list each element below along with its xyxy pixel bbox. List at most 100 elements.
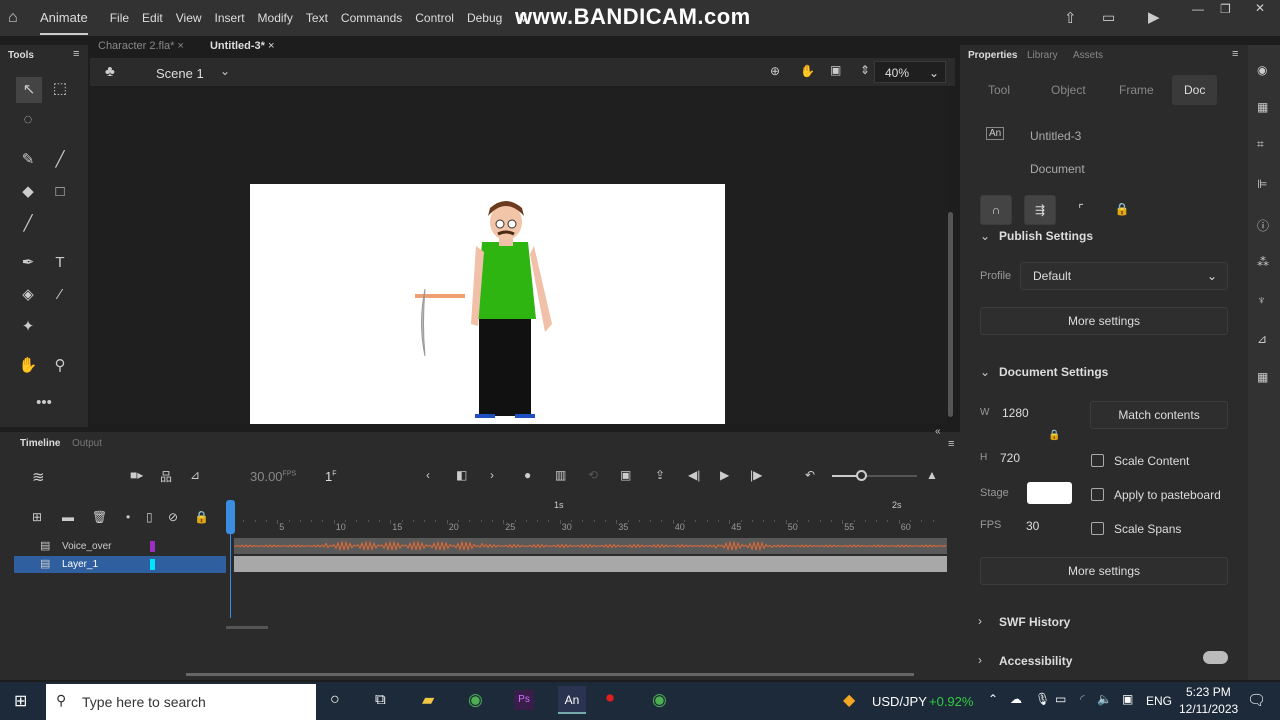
tab-assets[interactable]: Assets — [1073, 50, 1103, 61]
edit-symbols-icon[interactable]: ♣ — [105, 63, 115, 80]
lock-icon[interactable]: 🔒 — [1106, 195, 1138, 225]
timeline-horizontal-scrollbar[interactable] — [186, 673, 914, 676]
show-hidden-icons[interactable]: ⌃ — [988, 692, 998, 706]
playhead[interactable] — [226, 500, 235, 534]
menu-file[interactable]: File — [110, 11, 129, 25]
step-back-icon[interactable]: ◀| — [688, 468, 700, 482]
height-value[interactable]: 720 — [1000, 451, 1020, 465]
clip-icon[interactable]: ▣ — [830, 63, 841, 77]
match-contents-button[interactable]: Match contents — [1090, 401, 1228, 429]
character-artwork[interactable] — [250, 184, 725, 424]
chevron-down-icon[interactable]: ⌄ — [980, 229, 990, 243]
delete-icon[interactable]: 🗑 — [92, 510, 107, 524]
eraser-tool-icon[interactable]: ◆ — [18, 182, 38, 202]
microphone-icon[interactable]: 🎙 — [1035, 692, 1050, 706]
snap-icon[interactable]: ∩ — [980, 195, 1012, 225]
stage-color-swatch[interactable] — [1027, 482, 1072, 504]
wifi-icon[interactable]: ◜ — [1080, 692, 1085, 706]
fps-value[interactable]: 30.00FPS — [250, 469, 296, 484]
profile-select[interactable]: Default ⌄ — [1020, 262, 1228, 290]
center-stage-icon[interactable]: ⊕ — [770, 64, 780, 78]
menu-insert[interactable]: Insert — [215, 11, 245, 25]
panel-menu-icon[interactable]: ≡ — [73, 48, 79, 60]
zoom-tool-icon[interactable]: ⚲ — [50, 356, 70, 376]
zoom-mountain-icon[interactable]: ▲ — [926, 468, 938, 482]
notifications-icon[interactable]: 🗨 — [1247, 691, 1266, 709]
paint-brush-icon[interactable]: ✎ — [18, 150, 38, 170]
menu-commands[interactable]: Commands — [341, 11, 402, 25]
publish-more-settings-button[interactable]: More settings — [980, 307, 1228, 335]
properties-icon[interactable]: ◉ — [1257, 63, 1267, 77]
undo-icon[interactable]: ↶ — [805, 468, 815, 482]
info-icon[interactable]: ⓘ — [1257, 217, 1269, 234]
cortana-icon[interactable]: ○ — [330, 691, 340, 709]
clock-time[interactable]: 5:23 PM — [1186, 685, 1231, 699]
highlight-icon[interactable]: • — [126, 510, 130, 524]
frame-size-slider[interactable] — [832, 470, 917, 481]
onedrive-icon[interactable]: ☁ — [1010, 692, 1022, 706]
layers-horizontal-scrollbar[interactable] — [226, 626, 268, 629]
selection-tool-icon[interactable]: ↖ — [16, 77, 42, 103]
prev-keyframe-icon[interactable]: ‹ — [426, 468, 430, 482]
tab-properties[interactable]: Properties — [968, 50, 1017, 61]
panel-menu-icon[interactable]: ≡ — [1232, 48, 1238, 60]
document-more-settings-button[interactable]: More settings — [980, 557, 1228, 585]
guides-icon[interactable]: ⇶ — [1024, 195, 1056, 225]
language-indicator[interactable]: ENG — [1146, 694, 1172, 708]
parenting-icon[interactable]: 品 — [160, 468, 172, 485]
scale-content-checkbox[interactable] — [1091, 454, 1104, 467]
free-transform-tool-icon[interactable]: ⬚ — [50, 79, 70, 99]
zoom-stepper-icon[interactable]: ⇕ — [860, 63, 870, 77]
publish-settings-title[interactable]: Publish Settings — [999, 229, 1093, 243]
layers-icon[interactable]: ≋ — [32, 468, 45, 486]
rectangle-tool-icon[interactable]: □ — [50, 182, 70, 202]
slider-handle[interactable] — [856, 470, 867, 481]
swf-history-title[interactable]: SWF History — [999, 615, 1070, 629]
document-settings-title[interactable]: Document Settings — [999, 365, 1108, 379]
line-tool-icon[interactable]: ╱ — [18, 214, 38, 234]
close-icon[interactable]: × — [178, 40, 184, 52]
link-proportions-icon[interactable]: 🔒 — [1048, 430, 1060, 441]
stage-vertical-scrollbar[interactable] — [948, 212, 953, 417]
file-explorer-icon[interactable]: ▰ — [422, 690, 434, 710]
tab-library[interactable]: Library — [1027, 50, 1058, 61]
swatches-icon[interactable]: ▦ — [1257, 370, 1268, 384]
tab-untitled-3[interactable]: Untitled-3* × — [202, 40, 283, 52]
rotate-stage-icon[interactable]: ✋ — [800, 64, 815, 78]
camera-icon[interactable]: ■▸ — [130, 468, 143, 482]
menu-debug[interactable]: Debug — [467, 11, 502, 25]
layer-name[interactable]: Layer_1 — [62, 559, 98, 570]
layer-color[interactable] — [150, 541, 155, 552]
layer-row-layer-1[interactable]: ▤ Layer_1 — [14, 556, 226, 573]
battery-icon[interactable]: ▭ — [1055, 692, 1066, 706]
more-tools-icon[interactable]: ••• — [34, 393, 54, 413]
animate-taskbar-icon[interactable]: An — [558, 686, 586, 714]
bandicam-icon[interactable]: ⏺ — [606, 690, 614, 708]
home-icon[interactable]: ⌂ — [8, 9, 18, 27]
time-ruler[interactable]: 1s 2s 5 10 15 20 25 30 35 40 45 50 55 60 — [232, 500, 946, 538]
meet-now-icon[interactable]: ▣ — [1122, 692, 1133, 706]
align-icon[interactable]: ⊫ — [1257, 177, 1267, 191]
graph-icon[interactable]: ⊿ — [190, 468, 200, 482]
clock-date[interactable]: 12/11/2023 — [1179, 702, 1238, 716]
layer-name[interactable]: Voice_over — [62, 541, 111, 552]
restore-button[interactable]: ❐ — [1220, 2, 1231, 16]
share-icon[interactable]: ⇧ — [1064, 9, 1077, 27]
clip-icon[interactable]: ▣ — [620, 468, 631, 482]
scale-spans-checkbox[interactable] — [1091, 522, 1104, 535]
ticker-change[interactable]: +0.92% — [929, 694, 973, 709]
color-icon[interactable]: ⁂ — [1257, 255, 1269, 269]
components-icon[interactable]: ♆ — [1257, 293, 1266, 307]
current-frame[interactable]: 1F — [325, 469, 337, 484]
collapse-icon[interactable]: « — [935, 426, 941, 437]
subtab-tool[interactable]: Tool — [988, 83, 1010, 97]
chevron-right-icon[interactable]: › — [978, 653, 982, 667]
new-folder-icon[interactable]: ▬ — [62, 510, 74, 524]
paint-bucket-icon[interactable]: ◈ — [18, 285, 38, 305]
panel-menu-icon[interactable]: ≡ — [948, 438, 954, 450]
close-icon[interactable]: × — [268, 40, 274, 52]
chrome-icon[interactable]: ◉ — [468, 690, 483, 710]
zoom-select[interactable]: 40% ⌄ — [874, 61, 946, 83]
insert-keyframe-icon[interactable]: ◧ — [456, 468, 467, 482]
apply-to-pasteboard-checkbox[interactable] — [1091, 488, 1104, 501]
